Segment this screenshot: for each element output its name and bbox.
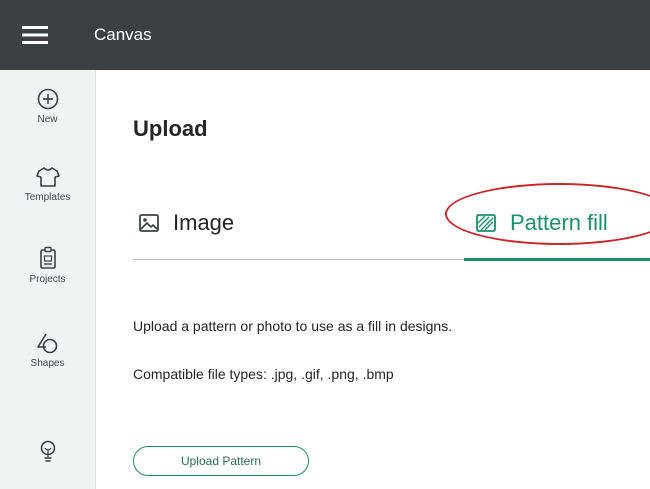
image-icon: [139, 214, 159, 232]
sidebar-item-new[interactable]: New: [0, 88, 95, 125]
page-title: Upload: [133, 116, 208, 141]
sidebar-item-label: New: [37, 114, 58, 125]
sidebar-item-templates[interactable]: Templates: [0, 166, 95, 203]
sidebar-item-label: Projects: [29, 274, 66, 285]
upload-description: Upload a pattern or photo to use as a fi…: [133, 318, 453, 334]
sidebar-item-projects[interactable]: Projects: [0, 246, 95, 285]
tab-pattern-fill-label: Pattern fill: [510, 210, 608, 235]
hamburger-menu-icon: [22, 26, 48, 44]
tab-image-label: Image: [173, 210, 235, 235]
clipboard-icon: [39, 246, 56, 269]
upload-pattern-button[interactable]: Upload Pattern: [133, 446, 309, 476]
tab-image[interactable]: Image: [139, 210, 234, 236]
tab-pattern-fill[interactable]: Pattern fill: [476, 210, 608, 236]
shapes-icon: [36, 333, 57, 354]
app-title: Canvas: [94, 25, 152, 44]
active-tab-indicator: [464, 258, 650, 261]
menu-button[interactable]: [0, 0, 70, 70]
sidebar-item-shapes[interactable]: Shapes: [0, 332, 95, 369]
upload-panel: Upload Image Pattern fill Upload a patte…: [96, 70, 650, 489]
shirt-icon: [35, 167, 60, 187]
sidebar-item-label: Templates: [24, 192, 71, 203]
top-bar: Canvas: [0, 0, 650, 70]
lightbulb-icon: [40, 440, 55, 462]
compatible-file-types: Compatible file types: .jpg, .gif, .png,…: [133, 366, 394, 382]
sidebar-item-label: Shapes: [30, 358, 65, 369]
plus-circle-icon: [37, 88, 58, 110]
sidebar-item-ideas[interactable]: [0, 440, 95, 468]
sidebar: New Templates Projects Shapes: [0, 70, 96, 489]
pattern-icon: [476, 214, 496, 232]
